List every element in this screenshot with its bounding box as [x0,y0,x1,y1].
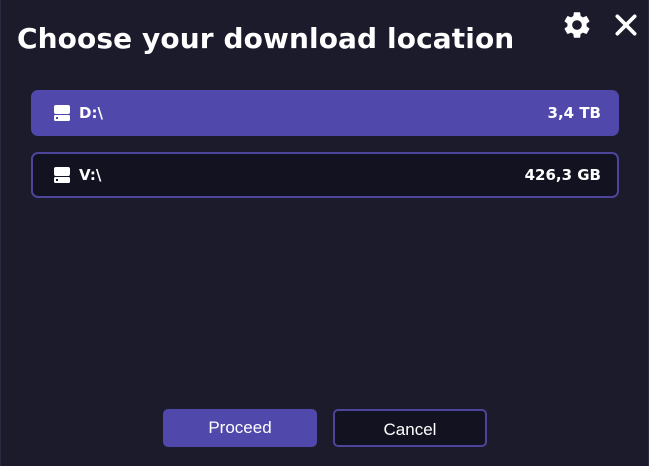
proceed-button[interactable]: Proceed [163,409,317,447]
gear-icon[interactable] [560,8,594,42]
cancel-button[interactable]: Cancel [333,409,487,447]
drive-item-d[interactable]: D:\ 3,4 TB [31,90,619,136]
download-location-dialog: Choose your download location D:\ 3,4 TB [0,0,649,466]
drive-name: D:\ [79,104,103,122]
hard-drive-icon [53,104,71,122]
drive-item-v[interactable]: V:\ 426,3 GB [31,152,619,198]
drive-size: 3,4 TB [547,104,601,122]
hard-drive-icon [53,166,71,184]
drive-name: V:\ [79,166,102,184]
drive-size: 426,3 GB [524,166,601,184]
close-icon[interactable] [609,8,643,42]
dialog-title: Choose your download location [17,22,515,55]
